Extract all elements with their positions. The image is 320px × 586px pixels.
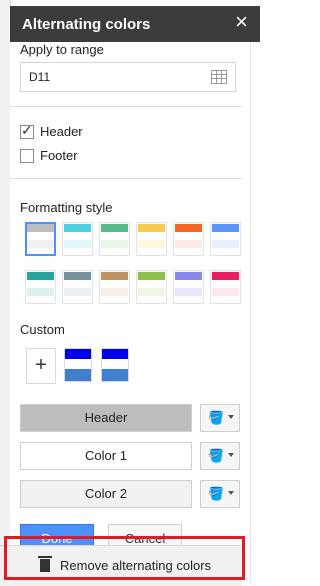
divider: [10, 106, 242, 107]
formatting-style-swatch[interactable]: [62, 222, 93, 256]
alternating-colors-panel: Apply to range D11 Header Footer Formatt…: [10, 42, 251, 585]
remove-alternating-colors-button[interactable]: Remove alternating colors: [38, 556, 212, 573]
formatting-style-swatch[interactable]: [136, 270, 167, 304]
header-fill-color-button[interactable]: 🪣: [200, 404, 240, 432]
footer-checkbox[interactable]: [20, 148, 34, 163]
custom-label: Custom: [20, 322, 65, 337]
range-input[interactable]: D11: [20, 62, 236, 92]
range-value: D11: [29, 70, 51, 84]
color1-button[interactable]: Color 1: [20, 442, 192, 470]
formatting-style-swatch[interactable]: [62, 270, 93, 304]
close-icon[interactable]: ×: [235, 11, 248, 33]
color1-fill-color-button[interactable]: 🪣: [200, 442, 240, 470]
remove-alternating-colors-label: Remove alternating colors: [60, 558, 212, 573]
footer-option[interactable]: Footer: [20, 148, 78, 163]
formatting-style-swatch[interactable]: [25, 270, 56, 304]
paint-bucket-icon: 🪣: [208, 486, 225, 501]
grid-icon[interactable]: [211, 70, 227, 84]
apply-to-range-label: Apply to range: [20, 42, 104, 57]
color1-row: Color 1 🪣: [20, 442, 240, 470]
sidebar-frame: Alternating colors × Apply to range D11 …: [0, 0, 260, 586]
header-checkbox[interactable]: [20, 122, 34, 139]
formatting-style-swatch[interactable]: [99, 222, 130, 256]
sidebar-title: Alternating colors: [22, 16, 151, 33]
formatting-style-swatch[interactable]: [210, 222, 241, 256]
chevron-down-icon: [228, 491, 234, 495]
header-checkbox-label: Header: [40, 124, 83, 139]
header-option[interactable]: Header: [20, 122, 83, 139]
divider: [10, 178, 242, 179]
formatting-style-swatch[interactable]: [25, 222, 56, 256]
formatting-style-swatch[interactable]: [136, 222, 167, 256]
remove-alternating-colors-bar: Remove alternating colors: [0, 545, 241, 586]
chevron-down-icon: [228, 453, 234, 457]
header-color-button[interactable]: Header: [20, 404, 192, 432]
header-color-row: Header 🪣: [20, 404, 240, 432]
color2-button[interactable]: Color 2: [20, 480, 192, 508]
add-custom-style-button[interactable]: +: [26, 348, 56, 384]
formatting-style-swatch[interactable]: [99, 270, 130, 304]
custom-style-swatch[interactable]: [101, 348, 129, 382]
chevron-down-icon: [228, 415, 234, 419]
formatting-style-swatch[interactable]: [173, 270, 204, 304]
formatting-style-swatch[interactable]: [173, 222, 204, 256]
custom-style-swatch[interactable]: [64, 348, 92, 382]
trash-icon: [38, 556, 52, 572]
paint-bucket-icon: 🪣: [208, 410, 225, 425]
footer-checkbox-label: Footer: [40, 148, 78, 163]
paint-bucket-icon: 🪣: [208, 448, 225, 463]
formatting-style-label: Formatting style: [20, 200, 113, 215]
color2-fill-color-button[interactable]: 🪣: [200, 480, 240, 508]
formatting-style-swatch[interactable]: [210, 270, 241, 304]
color2-row: Color 2 🪣: [20, 480, 240, 508]
sidebar-titlebar: Alternating colors ×: [10, 6, 260, 42]
